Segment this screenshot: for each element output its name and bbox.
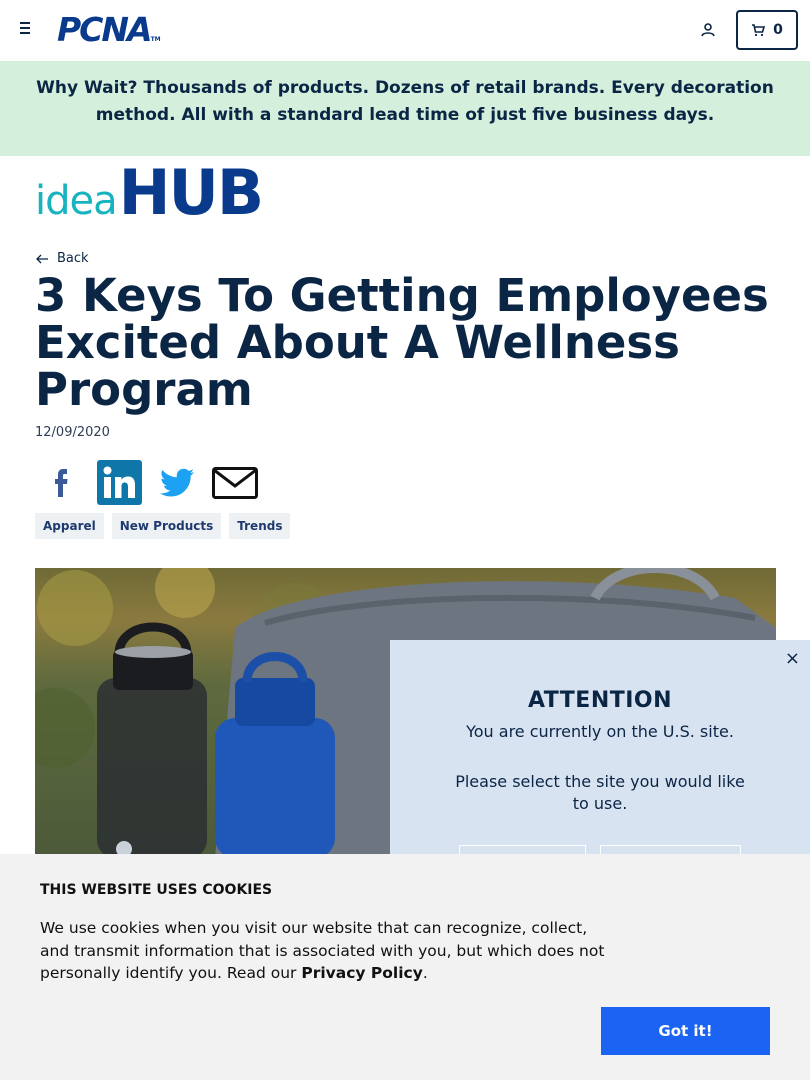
banner-lead: Why Wait? [36, 78, 138, 98]
tag-trends[interactable]: Trends [229, 513, 291, 539]
modal-current-site-text: You are currently on the U.S. site. [466, 722, 734, 741]
modal-select-text: Please select the site you would like to… [455, 772, 745, 813]
accept-cookies-button[interactable]: Got it! [601, 1007, 770, 1055]
promo-banner: Why Wait? Thousands of products. Dozens … [0, 61, 810, 156]
cookie-text: We use cookies when you visit our websit… [40, 917, 620, 985]
modal-title: ATTENTION [527, 688, 673, 713]
cart-count: 0 [773, 22, 783, 38]
tag-new-products[interactable]: New Products [111, 513, 222, 539]
privacy-policy-link[interactable]: Privacy Policy [301, 964, 423, 982]
linkedin-icon[interactable] [96, 460, 142, 505]
back-link[interactable]: Back [35, 251, 89, 266]
ideahub-logo-idea: idea [35, 178, 118, 224]
tag-list: Apparel New Products Trends [35, 513, 291, 539]
facebook-icon[interactable] [38, 460, 84, 505]
site-header: PCNATM 0 [0, 0, 810, 61]
banner-text: Thousands of products. Dozens of retail … [95, 78, 774, 125]
email-icon[interactable] [212, 460, 258, 505]
ideahub-logo-hub: HUB [118, 156, 264, 229]
cookie-banner: THIS WEBSITE USES COOKIES We use cookies… [0, 854, 810, 1080]
tag-apparel[interactable]: Apparel [35, 513, 104, 539]
cookie-text-end: . [422, 964, 428, 982]
logo-trademark: TM [150, 36, 161, 43]
close-icon[interactable]: × [785, 648, 800, 669]
cookie-title: THIS WEBSITE USES COOKIES [40, 882, 273, 898]
article-title: 3 Keys To Getting Employees Excited Abou… [35, 269, 769, 416]
article-date: 12/09/2020 [35, 425, 110, 440]
site-select-modal: × ATTENTION You are currently on the U.S… [390, 640, 810, 885]
back-link-label: Back [57, 251, 89, 266]
cart-icon [752, 24, 766, 37]
logo-text: PCNA [57, 10, 153, 49]
twitter-icon[interactable] [154, 460, 200, 505]
share-bar [38, 460, 258, 505]
user-account-icon[interactable] [700, 22, 716, 38]
arrow-left-icon [36, 254, 48, 263]
cart-button[interactable]: 0 [736, 10, 798, 50]
ideahub-logo[interactable]: idea HUB [35, 156, 264, 229]
pcna-logo[interactable]: PCNATM [57, 13, 161, 56]
hamburger-menu-icon[interactable] [20, 22, 36, 38]
